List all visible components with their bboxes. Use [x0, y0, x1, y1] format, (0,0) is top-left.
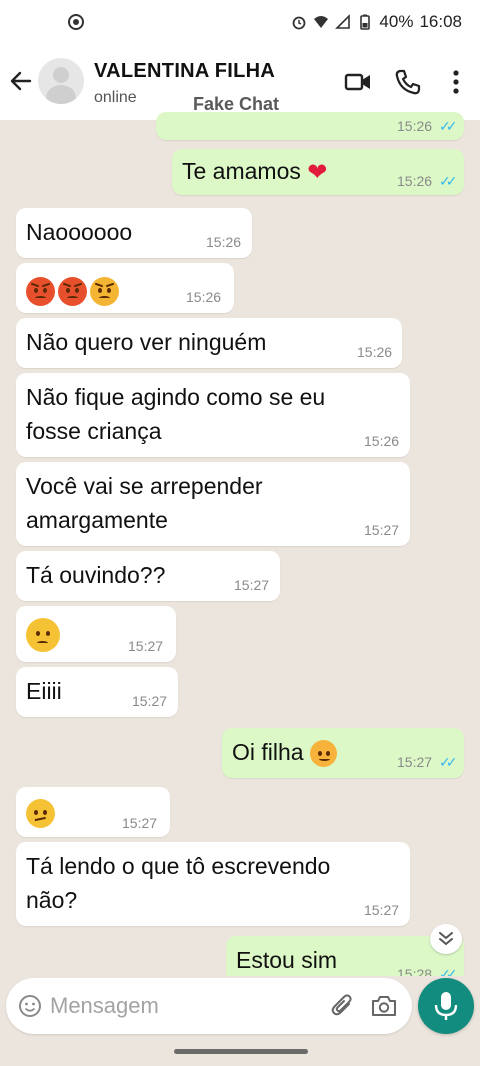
message-bubble-in[interactable]: 15:27 — [16, 787, 170, 837]
emoji-message — [26, 795, 58, 829]
message-text: Naoooooo — [26, 219, 133, 245]
pouting-face-emoji — [58, 277, 87, 307]
screen-record-icon — [68, 14, 84, 30]
confused-face-emoji — [26, 799, 55, 829]
message-bubble-in[interactable]: Tá ouvindo?? 15:27 — [16, 551, 280, 601]
message-time: 15:28 — [397, 966, 433, 976]
message-bubble-in[interactable]: Naoooooo 15:26 — [16, 208, 252, 258]
message-bubble-in[interactable]: Tá lendo o que tô escrevendo não? 15:27 — [16, 842, 410, 926]
emoji-picker-icon[interactable] — [18, 994, 42, 1018]
angry-face-emoji — [90, 277, 119, 307]
smiling-face-with-hearts-emoji — [309, 740, 337, 768]
avatar[interactable] — [38, 58, 84, 104]
video-call-icon[interactable] — [344, 68, 372, 96]
message-text: Oi filha — [232, 735, 340, 769]
message-time: 15:26 — [206, 234, 242, 250]
double-chevron-down-icon — [439, 932, 453, 946]
message-text: Você vai se arrepender amargamente — [26, 473, 263, 533]
home-indicator[interactable] — [174, 1049, 308, 1054]
microphone-icon — [434, 992, 458, 1020]
message-list[interactable]: 15:26 ✓✓ Te amamos ❤ 15:26 ✓✓ Naoooooo 1… — [0, 112, 480, 976]
read-receipt-icon: ✓✓ — [439, 118, 458, 134]
message-time: 15:26 — [364, 433, 400, 449]
message-time: 15:27 — [122, 815, 158, 831]
message-time: 15:27 — [397, 754, 433, 770]
status-icons: 40% 16:08 — [291, 12, 462, 32]
status-bar: 40% 16:08 — [0, 0, 480, 46]
message-text: Não quero ver ninguém — [26, 329, 267, 355]
back-arrow-icon[interactable] — [8, 68, 34, 94]
emoji-message — [26, 616, 63, 652]
signal-icon — [335, 14, 351, 29]
red-heart-emoji: ❤ — [307, 158, 328, 186]
chat-header: VALENTINA FILHA online Fake Chat — [0, 46, 480, 120]
message-bubble-in[interactable]: 15:27 — [16, 606, 176, 662]
clock: 16:08 — [419, 12, 462, 31]
message-time: 15:27 — [364, 902, 400, 918]
message-text: Não fique agindo como se eu fosse criança — [26, 384, 326, 444]
alarm-icon — [293, 16, 306, 30]
read-receipt-icon: ✓✓ — [439, 754, 458, 770]
message-text: Tá ouvindo?? — [26, 562, 166, 588]
message-composer: Mensagem — [6, 978, 412, 1034]
message-bubble-in[interactable]: 15:26 — [16, 263, 234, 313]
message-bubble-in[interactable]: Não quero ver ninguém 15:26 — [16, 318, 402, 368]
battery-percent: 40% — [379, 12, 414, 31]
message-time: 15:26 — [397, 118, 433, 134]
pouting-face-emoji — [26, 277, 55, 307]
message-bubble-out[interactable]: 15:26 ✓✓ — [156, 112, 464, 140]
voice-message-button[interactable] — [418, 978, 474, 1034]
message-text: Estou sim — [236, 947, 337, 973]
message-time: 15:27 — [364, 522, 400, 538]
attach-icon[interactable] — [330, 992, 356, 1020]
message-time: 15:26 — [357, 344, 393, 360]
message-bubble-in[interactable]: Eiiii 15:27 — [16, 667, 178, 717]
message-text: Tá lendo o que tô escrevendo não? — [26, 853, 331, 913]
read-receipt-icon: ✓✓ — [439, 966, 458, 976]
contact-name[interactable]: VALENTINA FILHA — [94, 60, 275, 83]
message-time: 15:27 — [234, 577, 270, 593]
more-options-icon[interactable] — [442, 68, 470, 96]
message-bubble-in[interactable]: Não fique agindo como se eu fosse criança… — [16, 373, 410, 457]
wifi-icon — [314, 16, 329, 28]
contact-status: online — [94, 89, 137, 106]
scroll-to-bottom-button[interactable] — [430, 924, 462, 954]
message-input[interactable]: Mensagem — [50, 993, 159, 1019]
message-text: Eiiii — [26, 678, 62, 704]
emoji-message — [26, 273, 122, 307]
read-receipt-icon: ✓✓ — [439, 173, 458, 189]
message-time: 15:26 — [186, 289, 222, 305]
battery-icon — [360, 14, 371, 30]
voice-call-icon[interactable] — [394, 68, 422, 96]
message-bubble-out[interactable]: Oi filha 15:27 ✓✓ — [222, 728, 464, 778]
worried-face-emoji — [26, 617, 60, 652]
message-text: Te amamos ❤ — [182, 154, 327, 190]
message-time: 15:27 — [128, 638, 164, 654]
message-bubble-out[interactable]: Te amamos ❤ 15:26 ✓✓ — [172, 149, 464, 195]
message-time: 15:27 — [132, 693, 168, 709]
message-bubble-out[interactable]: Estou sim 15:28 ✓✓ — [226, 936, 464, 976]
message-bubble-in[interactable]: Você vai se arrepender amargamente 15:27 — [16, 462, 410, 546]
message-time: 15:26 — [397, 173, 433, 189]
camera-icon[interactable] — [370, 994, 398, 1018]
